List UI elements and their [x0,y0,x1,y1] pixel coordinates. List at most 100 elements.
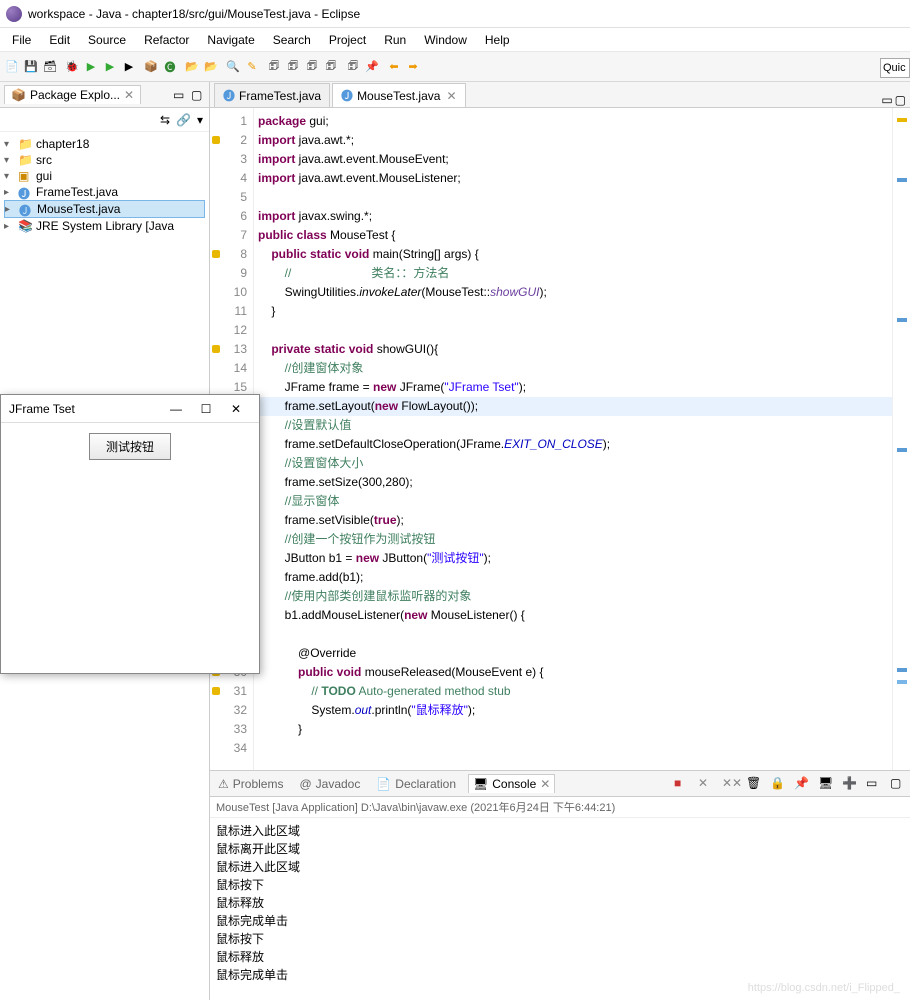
new-class-icon[interactable]: 🅒 [162,59,178,75]
clear-console-icon[interactable]: 🗑 [746,776,762,792]
nav4-icon[interactable]: 🗊 [323,59,339,75]
pin-console-icon[interactable]: 📌 [794,776,810,792]
src-node[interactable]: src [36,153,52,167]
editor-area: 🅙 FrameTest.java 🅙 MouseTest.java ✕ ▭ ▢ … [210,82,910,1000]
run-icon[interactable]: ▶ [83,59,99,75]
menu-refactor[interactable]: Refactor [136,31,197,49]
maximize-icon[interactable]: ▢ [890,776,906,792]
package-explorer-label: Package Explo... [30,88,120,102]
close-icon[interactable]: ✕ [124,88,134,102]
console-icon: 🖥 [473,777,488,791]
open-task-icon[interactable]: 📂 [203,59,219,75]
maximize-icon[interactable]: ▢ [191,88,205,102]
java-file-icon: 🅙 [223,87,235,104]
jre-library-node[interactable]: JRE System Library [Java [36,219,174,233]
tab-frametest[interactable]: 🅙 FrameTest.java [214,83,330,107]
menu-run[interactable]: Run [376,31,414,49]
save-icon[interactable]: 💾 [23,59,39,75]
new-pkg-icon[interactable]: 📦 [143,59,159,75]
watermark: https://blog.csdn.net/i_Flipped_ [748,982,900,994]
terminate-icon[interactable]: ■ [674,776,690,792]
project-icon: 📁 [18,137,32,151]
maximize-icon[interactable]: ▢ [895,93,906,107]
code-editor[interactable]: package gui;import java.awt.*;import jav… [254,108,892,770]
tab-label: FrameTest.java [239,89,321,103]
library-icon: 📚 [18,219,32,233]
save-all-icon[interactable]: 🗃 [42,59,58,75]
close-tab-icon[interactable]: ✕ [446,89,456,103]
eclipse-icon [6,6,22,22]
tab-problems[interactable]: ⚠Problems [214,775,287,793]
java-file-icon: 🅙 [19,202,33,216]
window-titlebar: workspace - Java - chapter18/src/gui/Mou… [0,0,910,28]
java-file-icon: 🅙 [341,87,353,104]
javadoc-icon: @ [299,777,311,791]
menubar: FileEditSourceRefactorNavigateSearchProj… [0,28,910,52]
tab-mousetest[interactable]: 🅙 MouseTest.java ✕ [332,83,465,107]
bottom-panel: ⚠Problems@Javadoc📄Declaration🖥Console ✕ … [210,770,910,1000]
package-node[interactable]: gui [36,169,52,183]
problems-icon: ⚠ [218,777,229,791]
back-icon[interactable]: ⬅ [386,59,402,75]
open-type-icon[interactable]: 📂 [184,59,200,75]
file-mousetest[interactable]: MouseTest.java [37,202,120,216]
menu-navigate[interactable]: Navigate [199,31,262,49]
menu-file[interactable]: File [4,31,39,49]
nav3-icon[interactable]: 🗊 [304,59,320,75]
declaration-icon: 📄 [376,777,391,791]
nav2-icon[interactable]: 🗊 [285,59,301,75]
menu-search[interactable]: Search [265,31,319,49]
tab-label: MouseTest.java [357,89,440,103]
minimize-icon[interactable]: ▭ [881,93,892,107]
nav-icon[interactable]: 🗊 [266,59,282,75]
main-toolbar: 📄 💾 🗃 🐞 ▶ ▶ ▶ 📦 🅒 📂 📂 🔍 ✎ 🗊 🗊 🗊 🗊 🗊 📌 ⬅ … [0,52,910,82]
menu-help[interactable]: Help [477,31,518,49]
run-config-icon[interactable]: ▶ [102,59,118,75]
coverage-icon[interactable]: ▶ [121,59,137,75]
collapse-all-icon[interactable]: ⇆ [160,113,170,127]
debug-icon[interactable]: 🐞 [64,59,80,75]
nav5-icon[interactable]: 🗊 [345,59,361,75]
toggle-mark-icon[interactable]: ✎ [244,59,260,75]
console-header: MouseTest [Java Application] D:\Java\bin… [210,797,910,818]
remove-all-icon[interactable]: ✕✕ [722,776,738,792]
quick-access-input[interactable] [880,58,910,78]
scroll-lock-icon[interactable]: 🔒 [770,776,786,792]
menu-window[interactable]: Window [416,31,475,49]
console-output[interactable]: 鼠标进入此区域鼠标离开此区域鼠标进入此区域鼠标按下鼠标释放鼠标完成单击鼠标按下鼠… [210,818,910,1000]
tab-declaration[interactable]: 📄Declaration [372,775,460,793]
jframe-window[interactable]: JFrame Tset — ☐ ✕ 测试按钮 [0,394,260,674]
src-folder-icon: 📁 [18,153,32,167]
view-menu-icon[interactable]: ▾ [197,113,203,127]
test-button[interactable]: 测试按钮 [89,433,171,460]
minimize-icon[interactable]: ▭ [173,88,187,102]
file-frametest[interactable]: FrameTest.java [36,185,118,199]
pin-icon[interactable]: 📌 [364,59,380,75]
new-icon[interactable]: 📄 [4,59,20,75]
menu-project[interactable]: Project [321,31,374,49]
fwd-icon[interactable]: ➡ [405,59,421,75]
jframe-title: JFrame Tset [9,402,75,416]
link-editor-icon[interactable]: 🔗 [176,113,191,127]
tab-console[interactable]: 🖥Console ✕ [468,774,555,793]
java-file-icon: 🅙 [18,185,32,199]
tab-javadoc[interactable]: @Javadoc [295,775,364,793]
project-tree[interactable]: ▾📁chapter18 ▾📁src ▾▣gui ▸🅙FrameTest.java… [0,132,209,238]
maximize-button[interactable]: ☐ [191,402,221,416]
menu-source[interactable]: Source [80,31,134,49]
remove-icon[interactable]: ✕ [698,776,714,792]
package-icon: ▣ [18,169,32,183]
search-icon[interactable]: 🔍 [225,59,241,75]
package-icon: 📦 [11,88,26,102]
minimize-icon[interactable]: ▭ [866,776,882,792]
package-explorer-tab[interactable]: 📦 Package Explo... ✕ [4,85,141,104]
overview-ruler[interactable] [892,108,910,770]
jframe-titlebar[interactable]: JFrame Tset — ☐ ✕ [1,395,259,423]
display-console-icon[interactable]: 🖥 [818,776,834,792]
minimize-button[interactable]: — [161,402,191,416]
close-button[interactable]: ✕ [221,402,251,416]
menu-edit[interactable]: Edit [41,31,78,49]
project-node[interactable]: chapter18 [36,137,89,151]
open-console-icon[interactable]: ➕ [842,776,858,792]
window-title: workspace - Java - chapter18/src/gui/Mou… [28,7,360,21]
